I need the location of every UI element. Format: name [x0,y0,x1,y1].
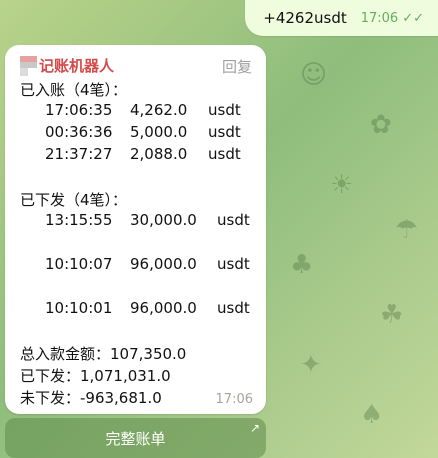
background-doodle: ☘ [380,300,404,330]
chat-window: { "outgoing": { "text": "+4262usdt", "ti… [0,0,438,458]
background-doodle: ☂ [395,215,419,245]
not-issued-amount: 未下发：-963,681.0 [20,389,162,407]
reply-label[interactable]: 回复 [222,56,252,77]
received-time: 00:36:36 [45,123,113,141]
outgoing-message-text: +4262usdt [263,9,347,27]
outgoing-message-time: 17:06 [360,10,399,26]
full-bill-button[interactable]: 完整账单 ↗ [5,418,266,458]
sender-name[interactable]: 记账机器人 [39,55,114,76]
received-amount: 5,000.0 [130,123,188,141]
received-header: 已入账（4笔）： [20,81,128,99]
background-doodle: ✿ [370,110,392,140]
background-doodle: ☀ [330,170,354,200]
received-unit: usdt [208,123,241,141]
received-amount: 4,262.0 [130,101,188,119]
issued-time: 10:10:07 [45,255,113,273]
issued-amount: 96,000.0 [130,299,197,317]
received-unit: usdt [208,145,241,163]
incoming-message-time: 17:06 [215,392,253,407]
issued-header: 已下发（4笔）： [20,191,128,209]
issued-unit: usdt [217,211,250,229]
received-time: 17:06:35 [45,101,113,119]
background-doodle: ♣ [290,250,314,280]
background-doodle: ♠ [360,400,384,430]
issued-unit: usdt [217,299,250,317]
sender-row: 记账机器人 [20,55,114,76]
total-issued-amount: 已下发：1,071,031.0 [20,367,171,385]
issued-amount: 96,000.0 [130,255,197,273]
total-in-amount: 总入款金额：107,350.0 [20,345,187,363]
issued-time: 13:15:55 [45,211,113,229]
issued-unit: usdt [217,255,250,273]
arrow-up-right-icon: ↗ [249,421,260,435]
received-amount: 2,088.0 [130,145,188,163]
background-doodle: ✦ [300,350,322,380]
outgoing-message-bubble[interactable]: +4262usdt 17:06 ✓✓ [245,0,438,36]
sender-avatar-icon [20,55,37,76]
issued-amount: 30,000.0 [130,211,197,229]
incoming-message-bubble[interactable]: 记账机器人 回复 已入账（4笔）： 17:06:35 4,262.0 usdt … [5,45,266,414]
double-check-icon: ✓✓ [402,10,424,26]
background-doodle: ☺ [300,60,328,90]
received-time: 21:37:27 [45,145,113,163]
full-bill-button-label: 完整账单 [105,429,166,448]
issued-time: 10:10:01 [45,299,113,317]
received-unit: usdt [208,101,241,119]
